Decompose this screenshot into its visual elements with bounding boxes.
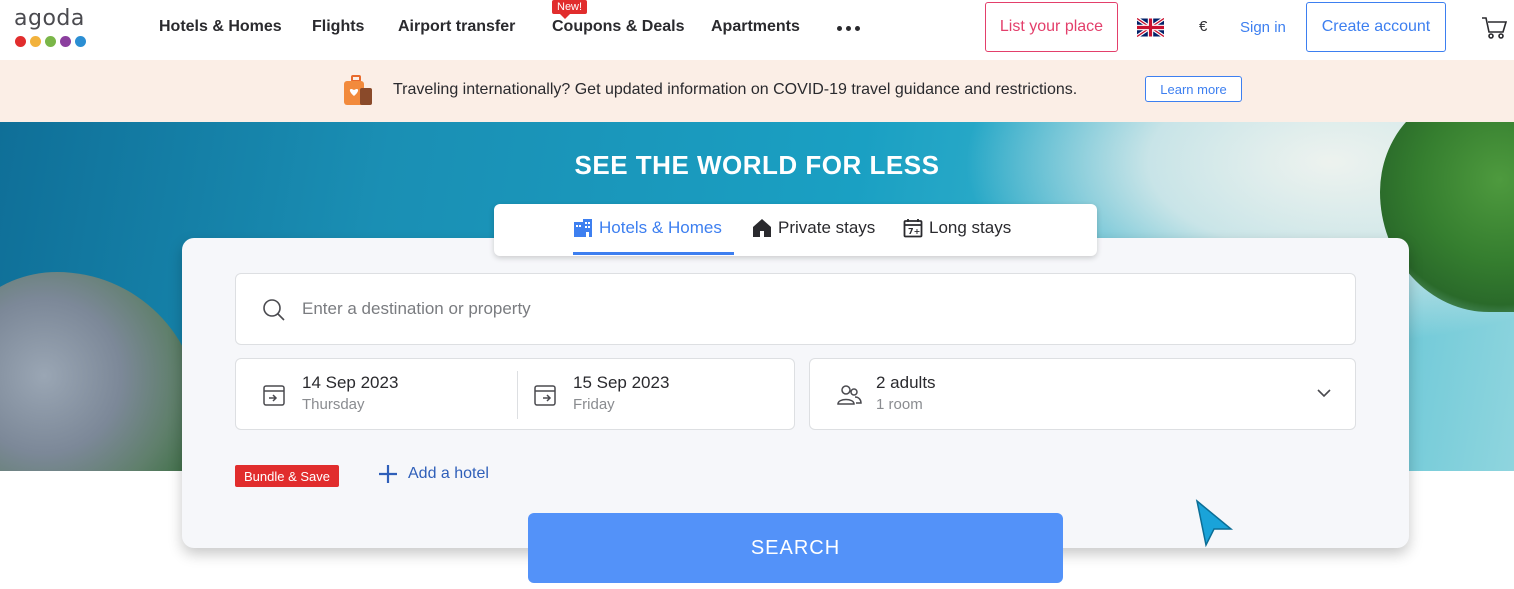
uk-flag-icon[interactable] <box>1137 18 1164 37</box>
svg-text:7+: 7+ <box>908 227 920 236</box>
hotel-building-icon <box>574 219 592 237</box>
search-button[interactable]: SEARCH <box>528 513 1063 583</box>
bundle-save-badge: Bundle & Save <box>235 465 339 487</box>
logo-dot-red <box>15 36 26 47</box>
nav-coupons-deals[interactable]: Coupons & Deals <box>552 18 684 36</box>
logo-dot-blue <box>75 36 86 47</box>
house-icon <box>753 219 771 237</box>
check-out-date-value: 15 Sep 2023 <box>573 373 670 392</box>
guests-icon <box>837 385 862 405</box>
plus-icon <box>379 465 397 483</box>
hero-title: SEE THE WORLD FOR LESS <box>574 150 940 180</box>
check-out-day: Friday <box>573 396 615 413</box>
check-out-calendar-icon <box>534 385 556 406</box>
check-out-date[interactable]: 15 Sep 2023 Friday <box>573 373 669 413</box>
nav-flights[interactable]: Flights <box>312 18 364 36</box>
active-tab-indicator <box>573 252 734 255</box>
nav-apartments[interactable]: Apartments <box>711 18 800 36</box>
search-icon <box>263 299 285 321</box>
tab-private-stays[interactable]: Private stays <box>752 218 875 238</box>
cart-icon[interactable] <box>1481 16 1507 40</box>
tab-label: Private stays <box>778 218 876 237</box>
logo-dot-yellow <box>30 36 41 47</box>
top-header: agoda Hotels & Homes Flights Airport tra… <box>0 0 1514 60</box>
check-in-date-value: 14 Sep 2023 <box>302 373 399 392</box>
dates-field: 14 Sep 2023 Thursday 15 Sep 2023 Friday <box>235 358 795 430</box>
guests-summary: 2 adults 1 room <box>876 373 936 413</box>
destination-input[interactable] <box>302 294 1302 324</box>
covid-banner: Traveling internationally? Get updated i… <box>0 60 1514 122</box>
date-divider <box>517 371 518 419</box>
logo-dot-green <box>45 36 56 47</box>
chevron-down-icon <box>1317 389 1331 398</box>
guests-field[interactable]: 2 adults 1 room <box>809 358 1356 430</box>
learn-more-button[interactable]: Learn more <box>1145 76 1242 102</box>
check-in-calendar-icon <box>263 385 285 406</box>
logo-dot-purple <box>60 36 71 47</box>
add-hotel-label: Add a hotel <box>408 465 489 482</box>
tab-label: Hotels & Homes <box>599 218 722 237</box>
mouse-cursor-icon <box>1195 499 1234 548</box>
destination-field[interactable] <box>235 273 1356 345</box>
banner-message: Traveling internationally? Get updated i… <box>393 81 1078 98</box>
new-badge: New! <box>552 0 588 19</box>
calendar-7-icon: 7+ <box>903 219 923 238</box>
rooms-count: 1 room <box>876 396 923 413</box>
nav-hotels-homes[interactable]: Hotels & Homes <box>159 18 282 36</box>
list-your-place-button[interactable]: List your place <box>985 2 1118 52</box>
logo-dots <box>15 36 86 47</box>
add-hotel-button[interactable]: Add a hotel <box>378 464 489 484</box>
tab-hotels-homes[interactable]: Hotels & Homes <box>573 218 722 238</box>
create-account-button[interactable]: Create account <box>1306 2 1446 52</box>
sign-in-link[interactable]: Sign in <box>1240 19 1286 36</box>
currency-selector[interactable]: € <box>1199 18 1207 35</box>
search-tabs: Hotels & Homes Private stays 7+ Long sta… <box>494 204 1097 256</box>
adults-count: 2 adults <box>876 373 936 392</box>
check-in-day: Thursday <box>302 396 365 413</box>
agoda-logo[interactable]: agoda <box>14 6 94 50</box>
hero-island-image <box>0 272 200 471</box>
tab-label: Long stays <box>929 218 1012 237</box>
nav-airport-transfer[interactable]: Airport transfer <box>398 18 515 36</box>
more-dots-icon[interactable] <box>837 26 860 31</box>
luggage-heart-icon <box>344 75 372 105</box>
logo-wordmark: agoda <box>14 6 85 31</box>
check-in-date[interactable]: 14 Sep 2023 Thursday <box>302 373 398 413</box>
tab-long-stays[interactable]: 7+ Long stays <box>903 218 1011 238</box>
